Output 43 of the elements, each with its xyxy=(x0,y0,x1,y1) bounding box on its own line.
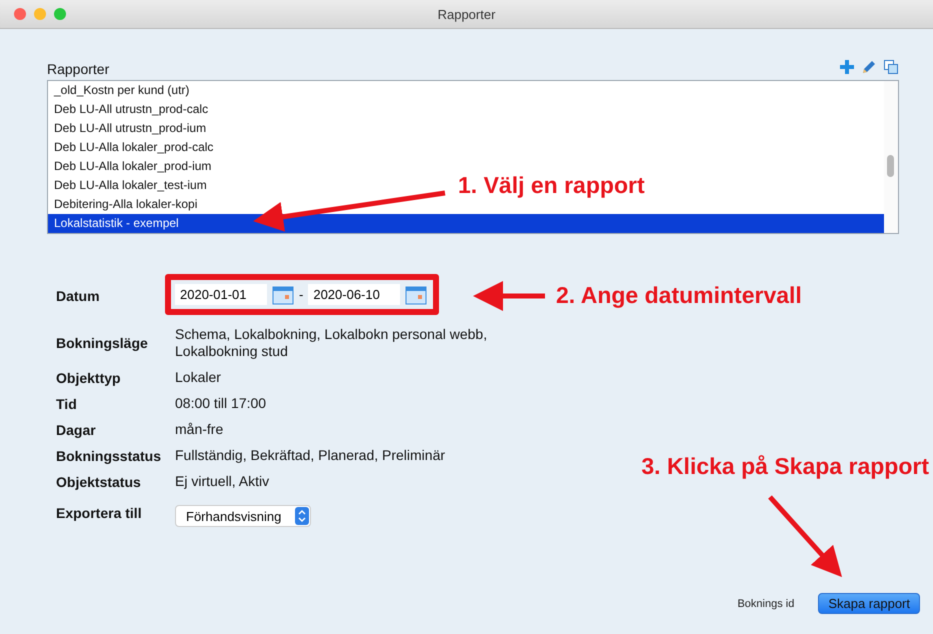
report-item[interactable]: Deb LU-All utrustn_prod-ium xyxy=(48,119,212,138)
report-item[interactable]: Lokalstatistik - exempel xyxy=(48,214,884,233)
field-value: 08:00 till 17:00 xyxy=(175,395,266,412)
report-item[interactable]: Deb LU-Alla lokaler_test-ium xyxy=(48,176,213,195)
calendar-icon[interactable] xyxy=(405,284,428,304)
zoom-button[interactable] xyxy=(54,8,66,20)
field-label: Exportera till xyxy=(56,505,142,521)
copy-icon[interactable] xyxy=(883,59,899,75)
annotation-text: 2. Ange datumintervall xyxy=(556,282,802,309)
booking-id-label: Boknings id xyxy=(737,598,794,610)
date-field[interactable]: 2020-06-10 xyxy=(308,284,400,305)
stepper-icon xyxy=(295,507,310,525)
field-label: Datum xyxy=(56,288,100,304)
annotation-text: 3. Klicka på Skapa rapport xyxy=(641,453,929,480)
field-value: Lokaler xyxy=(175,369,221,386)
field-label: Bokningsstatus xyxy=(56,448,162,464)
range-separator: - xyxy=(299,287,304,302)
create-report-button[interactable]: Skapa rapport xyxy=(818,593,920,614)
add-icon[interactable] xyxy=(839,59,855,75)
field-value: Schema, Lokalbokning, Lokalbokn personal webb, Lokalbokning stud xyxy=(175,326,488,360)
field-label: Objekttyp xyxy=(56,370,121,386)
field-label: Objektstatus xyxy=(56,474,141,490)
field-label: Bokningsläge xyxy=(56,335,148,351)
scrollbar-thumb[interactable] xyxy=(887,155,894,177)
annotation-text: 1. Välj en rapport xyxy=(458,172,645,199)
annotation-arrow xyxy=(473,281,545,311)
report-item[interactable]: Debitering-Alla lokaler-kopi xyxy=(48,195,204,214)
close-button[interactable] xyxy=(14,8,26,20)
calendar-icon[interactable] xyxy=(272,284,294,304)
field-value: mån-fre xyxy=(175,421,224,438)
report-item[interactable]: Deb LU-All utrustn_prod-calc xyxy=(48,100,214,119)
report-item[interactable]: _old_Kostn per kund (utr) xyxy=(48,81,196,100)
report-item[interactable]: Deb LU-Alla lokaler_prod-calc xyxy=(48,138,220,157)
field-label: Tid xyxy=(56,396,77,412)
field-value: Fullständig, Bekräftad, Planerad, Preliminär xyxy=(175,447,446,464)
pencil-icon[interactable] xyxy=(861,59,877,75)
export-select[interactable]: Förhandsvisning xyxy=(175,505,312,527)
report-item[interactable]: Deb LU-Alla lokaler_prod-ium xyxy=(48,157,218,176)
field-value: Ej virtuell, Aktiv xyxy=(175,473,270,490)
section-label: Rapporter xyxy=(47,61,110,77)
field-label: Dagar xyxy=(56,422,96,438)
date-field[interactable]: 2020-01-01 xyxy=(175,284,267,305)
window-title: Rapporter xyxy=(438,6,496,22)
